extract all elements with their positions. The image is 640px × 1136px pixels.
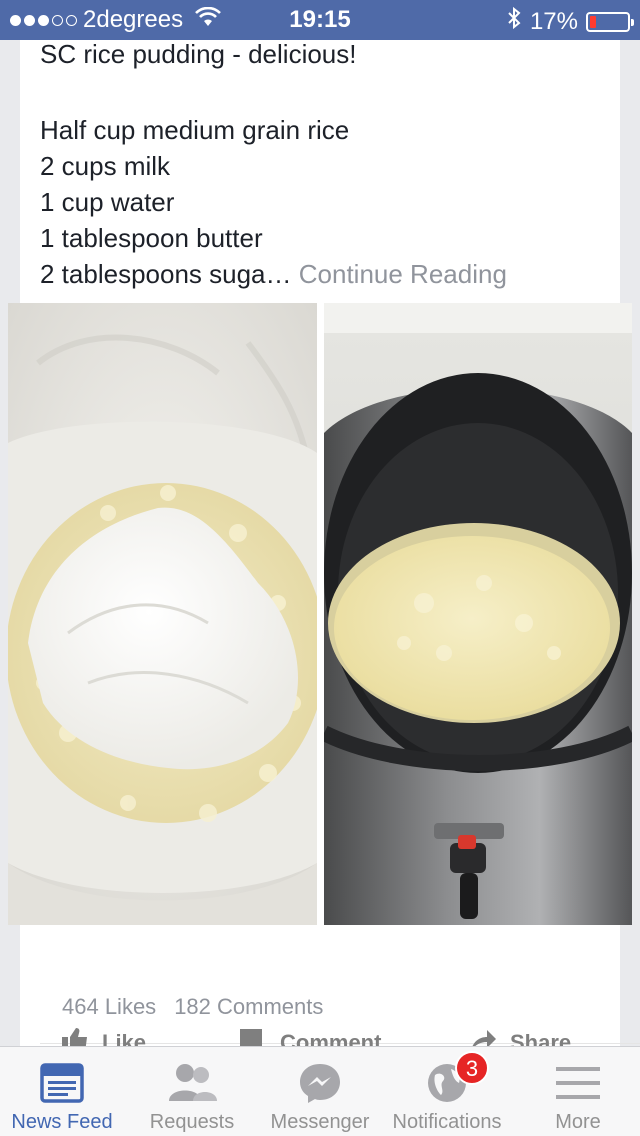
tab-label: More xyxy=(555,1111,601,1133)
truncated-text: 2 tablespoons suga… xyxy=(40,259,292,289)
tab-label: Requests xyxy=(149,1111,235,1133)
post-photos xyxy=(8,303,632,925)
tab-notifications[interactable]: 3 Notifications xyxy=(382,1047,512,1136)
battery-percent: 17% xyxy=(529,7,578,35)
messenger-icon xyxy=(297,1055,343,1111)
slow-cooker-photo[interactable] xyxy=(324,303,632,925)
status-bar: 2degrees 19:15 17% xyxy=(0,0,640,40)
post-title: SC rice pudding - delicious! xyxy=(40,39,357,69)
status-right: 17% xyxy=(506,6,634,37)
tab-messenger[interactable]: Messenger xyxy=(260,1047,380,1136)
tab-requests[interactable]: Requests xyxy=(130,1047,254,1136)
tab-more[interactable]: More xyxy=(516,1047,640,1136)
continue-reading-link[interactable]: Continue Reading xyxy=(299,259,507,289)
likes-count[interactable]: 464 Likes xyxy=(62,994,156,1020)
post-line: 1 cup water xyxy=(40,187,175,217)
tab-label: News Feed xyxy=(11,1111,113,1133)
battery-level xyxy=(590,15,596,28)
post-line: 2 cups milk xyxy=(40,151,171,181)
news-feed-icon xyxy=(40,1055,84,1111)
comments-count[interactable]: 182 Comments xyxy=(174,994,323,1020)
friend-requests-icon xyxy=(165,1055,219,1111)
rice-pudding-photo[interactable] xyxy=(8,303,317,925)
bluetooth-icon xyxy=(506,6,522,37)
post-stats: 464 Likes 182 Comments xyxy=(62,994,323,1020)
menu-icon xyxy=(556,1055,600,1111)
tab-label: Messenger xyxy=(270,1111,370,1133)
post-text: SC rice pudding - delicious! Half cup me… xyxy=(40,39,610,292)
tab-bar: News Feed Requests Messenger 3 Notificat… xyxy=(0,1046,640,1136)
post-line: 1 tablespoon butter xyxy=(40,223,263,253)
tab-label: Notifications xyxy=(392,1111,502,1133)
notification-badge: 3 xyxy=(455,1051,489,1085)
post-line: Half cup medium grain rice xyxy=(40,115,350,145)
battery-icon xyxy=(586,11,634,32)
globe-icon: 3 xyxy=(425,1051,489,1111)
tab-news-feed[interactable]: News Feed xyxy=(0,1047,124,1136)
post-line-truncated: 2 tablespoons suga… Continue Reading xyxy=(40,256,610,292)
